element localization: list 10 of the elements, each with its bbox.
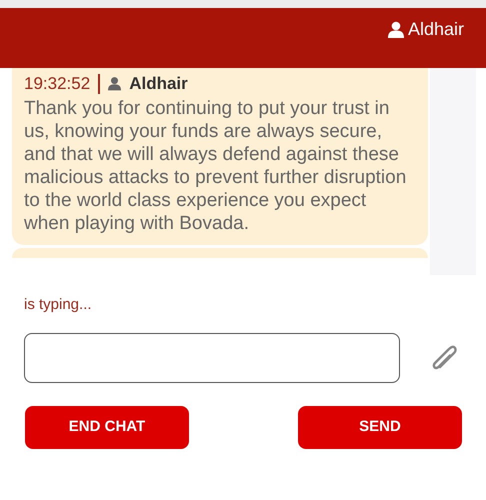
user-icon bbox=[108, 76, 122, 92]
message-text: Thank you for continuing to put your trust in us, knowing your funds are always secure, and that we will always defend against these malicious attacks to prevent further disruption to the world class experience you expect when playing with Bovada. bbox=[24, 96, 408, 234]
user-icon bbox=[388, 21, 404, 38]
end-chat-button[interactable]: END CHAT bbox=[25, 406, 189, 448]
message-time: 19:32:52 bbox=[24, 73, 90, 95]
message-author: Aldhair bbox=[129, 73, 188, 95]
typing-indicator: is typing... bbox=[23, 295, 93, 315]
message-input[interactable] bbox=[24, 332, 400, 382]
user-name: Aldhair bbox=[408, 18, 464, 41]
send-button[interactable]: SEND bbox=[298, 406, 462, 448]
